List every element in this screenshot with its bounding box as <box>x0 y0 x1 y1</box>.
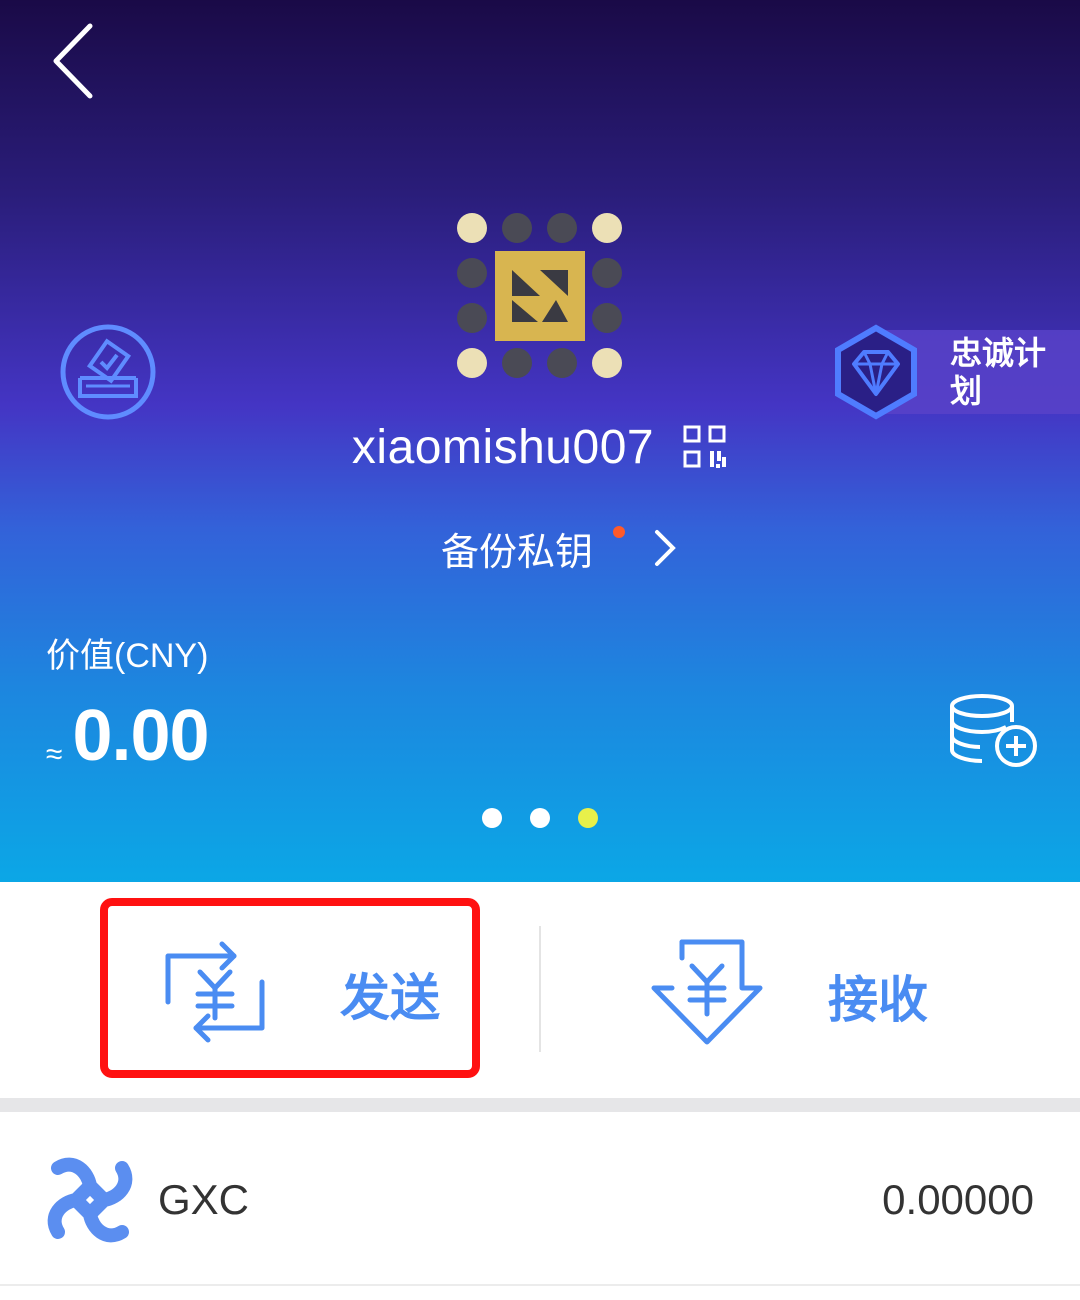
send-button[interactable]: 发送 <box>100 898 480 1078</box>
action-divider <box>539 926 541 1052</box>
username-row: xiaomishu007 <box>0 412 1080 482</box>
receive-label: 接收 <box>828 972 928 1028</box>
page-dot <box>482 808 502 828</box>
value-amount: 0.00 <box>72 696 209 776</box>
page-dot-active <box>578 808 598 828</box>
qr-code-icon[interactable] <box>682 424 728 470</box>
vote-icon[interactable] <box>58 322 158 422</box>
database-add-icon[interactable] <box>948 692 1040 772</box>
yuan-transfer-icon <box>165 941 265 1043</box>
chevron-right-icon <box>655 530 676 566</box>
page-dot <box>530 808 550 828</box>
row-divider <box>0 1284 1080 1286</box>
wallet-header: xiaomishu007 忠诚计划 备份私钥 价值(CNY) ≈ 0.00 <box>0 0 1080 882</box>
yuan-download-icon <box>651 939 763 1045</box>
alert-dot <box>613 526 625 538</box>
token-row[interactable]: GXC 0.00000 <box>0 1112 1080 1284</box>
username: xiaomishu007 <box>351 420 655 474</box>
loyalty-program-button[interactable]: 忠诚计划 <box>832 324 1080 420</box>
backup-private-key-link[interactable]: 备份私钥 <box>0 518 1080 578</box>
back-arrow-icon[interactable] <box>40 20 110 106</box>
backup-label: 备份私钥 <box>440 531 593 574</box>
receive-button[interactable]: 接收 <box>620 912 1020 1072</box>
action-bar: 发送 接收 <box>0 882 1080 1098</box>
page-indicator <box>0 808 1080 828</box>
value-row: ≈ 0.00 <box>46 694 210 778</box>
loyalty-label: 忠诚计划 <box>950 335 1047 409</box>
approx-symbol: ≈ <box>46 738 63 771</box>
send-label: 发送 <box>340 970 440 1026</box>
section-separator <box>0 1098 1080 1112</box>
gxc-logo-icon <box>47 1157 133 1243</box>
token-balance: 0.00000 <box>882 1176 1034 1223</box>
token-symbol: GXC <box>158 1176 250 1223</box>
value-label: 价值(CNY) <box>46 637 209 675</box>
avatar-icon <box>457 213 622 378</box>
diamond-icon <box>835 324 917 420</box>
